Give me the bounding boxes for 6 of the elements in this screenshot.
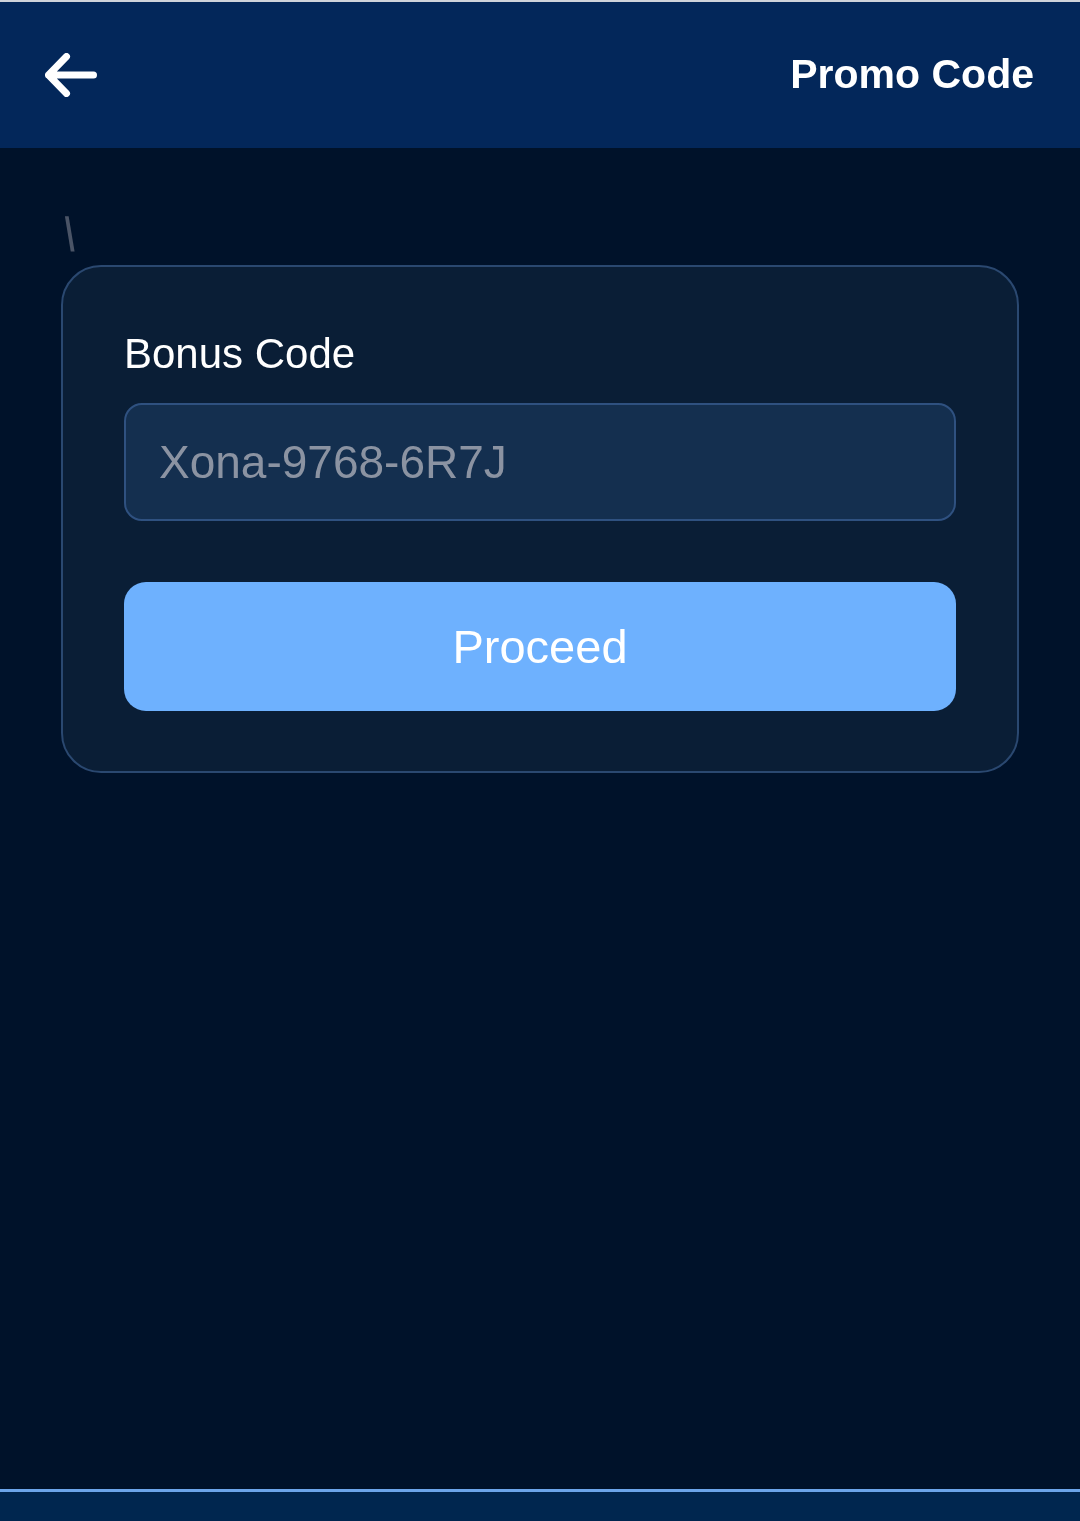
back-arrow-icon[interactable]: [45, 53, 97, 97]
proceed-button[interactable]: Proceed: [124, 582, 956, 712]
field-label: Bonus Code: [124, 329, 356, 379]
bonus-code-field[interactable]: Xona-9768-6R7J: [124, 403, 956, 522]
stray-backslash-text: \: [60, 211, 79, 259]
page-title: Promo Code: [790, 50, 1034, 100]
